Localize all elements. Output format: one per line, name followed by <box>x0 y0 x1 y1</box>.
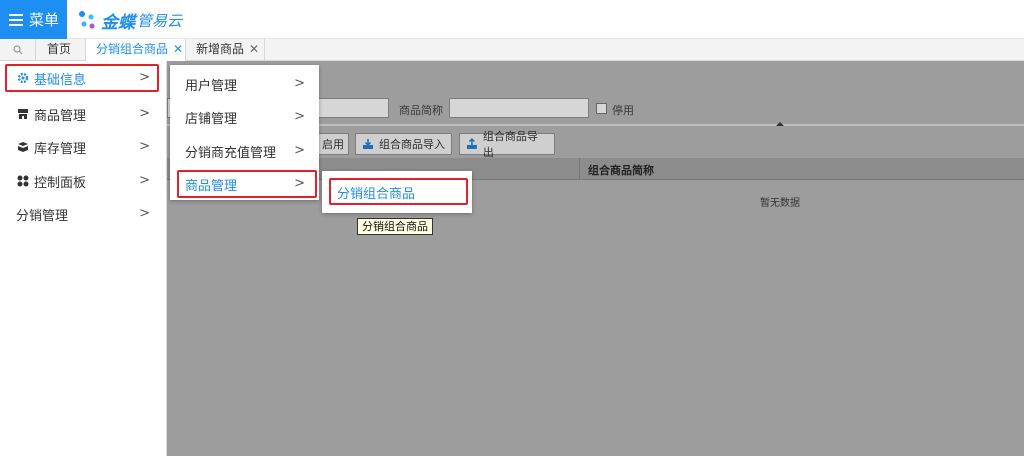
empty-state-text: 暂无数据 <box>760 198 800 209</box>
logo-icon <box>79 11 95 29</box>
chevron-right-icon: > <box>294 109 305 124</box>
import-label: 组合商品导入 <box>379 138 445 151</box>
flyout-menu-basic-info: 用户管理 > 店铺管理 > 分销商充值管理 > 商品管理 > <box>170 65 319 200</box>
chevron-right-icon: > <box>139 70 150 85</box>
close-icon[interactable]: ✕ <box>173 42 183 56</box>
inventory-icon <box>16 141 29 154</box>
chevron-right-icon: > <box>294 76 305 91</box>
enable-label: 启用 <box>322 138 344 151</box>
tab-bar: 首页 分销组合商品 ✕ 新增商品 ✕ <box>0 39 1024 61</box>
hamburger-icon <box>9 13 23 26</box>
shop-icon <box>16 108 29 121</box>
checkbox-label: 停用 <box>612 104 634 117</box>
logo-main-text: 金蝶 <box>101 12 135 33</box>
enable-button[interactable]: 启用 <box>317 133 349 155</box>
filter-label: 商品简称 <box>399 104 443 117</box>
dashboard-icon <box>16 175 29 188</box>
flyout-item-recharge-management[interactable]: 分销商充值管理 > <box>170 134 319 168</box>
export-icon <box>466 138 477 149</box>
menu-button[interactable]: 菜单 <box>0 0 67 39</box>
chevron-right-icon: > <box>139 106 150 121</box>
chevron-right-icon: > <box>139 173 150 188</box>
sidebar-item-products[interactable]: 商品管理 > <box>0 97 166 131</box>
sidebar-item-dashboard[interactable]: 控制面板 > <box>0 164 166 198</box>
flyout-item-product-management[interactable]: 商品管理 > <box>170 167 319 201</box>
export-label: 组合商品导出 <box>482 130 538 159</box>
logo: 金蝶 管易云 <box>76 6 182 34</box>
tab-home[interactable]: 首页 <box>37 39 86 61</box>
sidebar: 基础信息 > 商品管理 > 库存管理 > 控制面板 > 分销管理 > <box>0 61 167 456</box>
chevron-right-icon: > <box>294 176 305 191</box>
flyout-menu-product-management: 分销组合商品 <box>322 171 472 213</box>
tab-new-product[interactable]: 新增商品 ✕ <box>186 39 265 61</box>
sidebar-item-label: 分销管理 <box>16 208 69 224</box>
chevron-right-icon: > <box>139 139 150 154</box>
sidebar-item-label: 商品管理 <box>34 108 87 124</box>
short-name-input[interactable] <box>449 98 589 118</box>
tab-combo-products[interactable]: 分销组合商品 ✕ <box>86 39 186 61</box>
sidebar-item-distribution[interactable]: 分销管理 > <box>0 197 166 231</box>
tab-label: 新增商品 <box>196 42 245 56</box>
tab-search-button[interactable] <box>0 39 36 61</box>
disabled-checkbox[interactable] <box>596 103 607 114</box>
flyout-item-combo-products[interactable]: 分销组合商品 <box>322 175 472 209</box>
flyout-item-label: 分销商充值管理 <box>185 145 277 161</box>
logo-sub-text: 管易云 <box>137 11 183 30</box>
search-icon <box>12 45 22 55</box>
flyout-item-label: 店铺管理 <box>185 111 238 127</box>
close-icon[interactable]: ✕ <box>249 42 259 56</box>
chevron-right-icon: > <box>294 143 305 158</box>
sidebar-item-label: 基础信息 <box>34 72 87 88</box>
flyout-item-label: 商品管理 <box>185 178 238 194</box>
combo-import-button[interactable]: 组合商品导入 <box>355 133 452 155</box>
tab-label: 分销组合商品 <box>96 42 169 56</box>
import-icon <box>363 139 373 149</box>
sidebar-item-inventory[interactable]: 库存管理 > <box>0 130 166 164</box>
combo-export-button[interactable]: 组合商品导出 <box>459 130 555 159</box>
flyout-item-label: 用户管理 <box>185 78 238 94</box>
sidebar-item-label: 控制面板 <box>34 175 87 191</box>
tab-label: 首页 <box>47 42 72 56</box>
gear-icon <box>16 72 29 85</box>
top-bar: 菜单 金蝶 管易云 <box>0 0 1024 39</box>
menu-label: 菜单 <box>29 11 60 29</box>
flyout-item-label: 分销组合商品 <box>337 186 416 202</box>
chevron-right-icon: > <box>139 206 150 221</box>
column-header-combo-short-name: 组合商品简称 <box>588 164 654 177</box>
flyout-item-user-management[interactable]: 用户管理 > <box>170 67 319 101</box>
sidebar-item-basic-info[interactable]: 基础信息 > <box>0 61 166 95</box>
tooltip: 分销组合商品 <box>357 218 433 235</box>
sidebar-item-label: 库存管理 <box>34 141 87 157</box>
collapse-arrow-icon[interactable] <box>775 121 785 127</box>
flyout-item-store-management[interactable]: 店铺管理 > <box>170 100 319 134</box>
